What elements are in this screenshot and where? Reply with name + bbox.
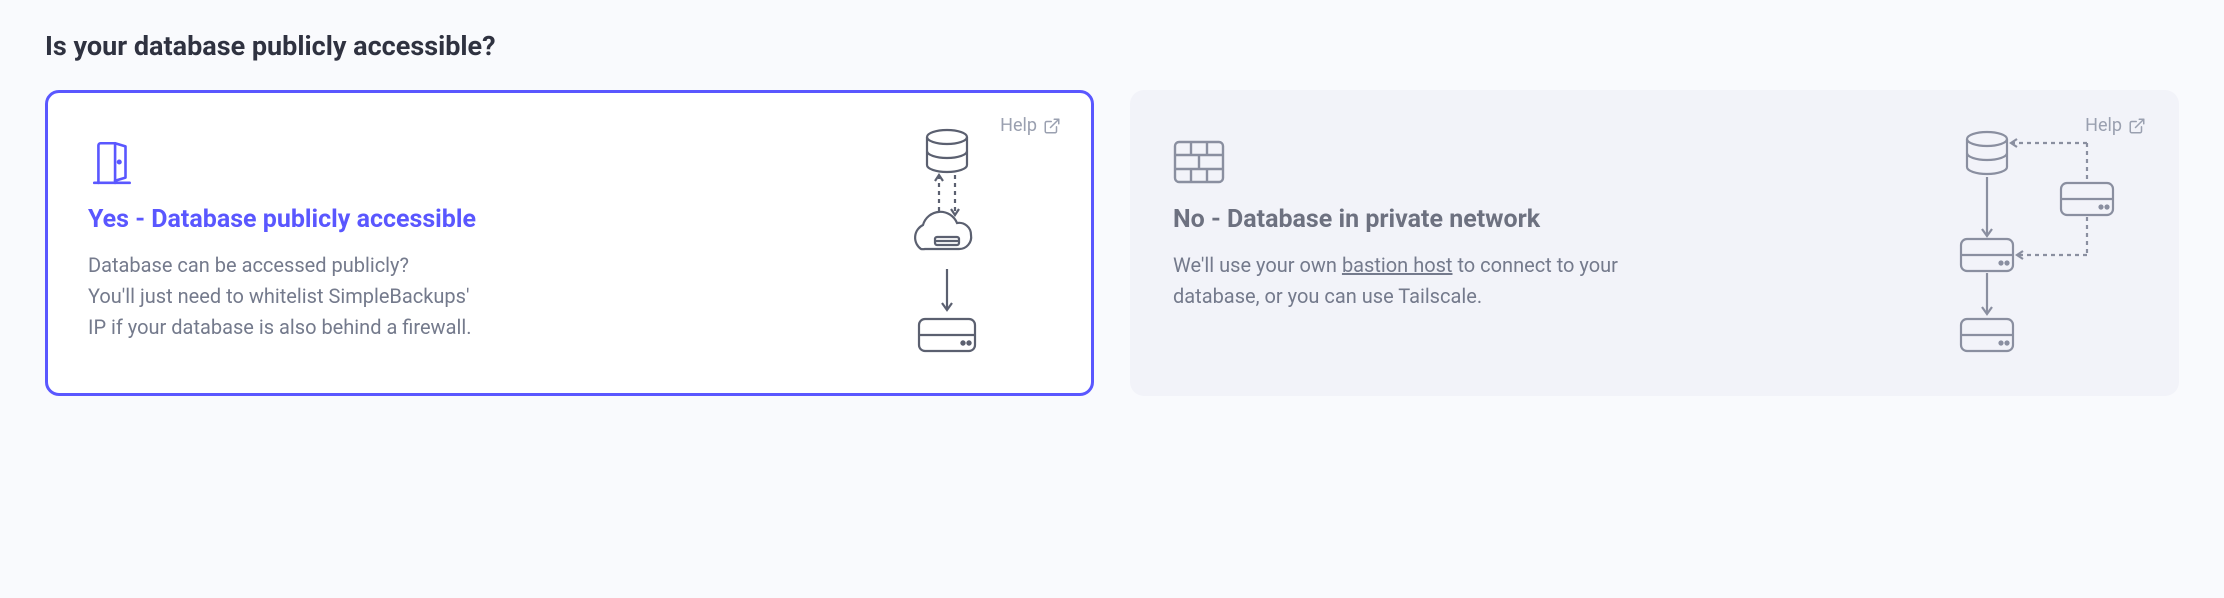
option-desc-private: We'll use your own bastion host to conne… [1173, 250, 1633, 312]
option-desc-public: Database can be accessed publicly? You'l… [88, 250, 548, 343]
section-heading: Is your database publicly accessible? [45, 30, 2179, 62]
option-title-public: Yes - Database publicly accessible [88, 205, 837, 234]
option-card-public[interactable]: Help Yes - Database publicly accessible … [45, 90, 1094, 396]
door-open-icon [88, 137, 837, 187]
option-card-private[interactable]: Help No - Database in [1130, 90, 2179, 396]
firewall-icon [1173, 137, 1922, 187]
bastion-host-link[interactable]: bastion host [1342, 253, 1453, 277]
option-cards-row: Help Yes - Database publicly accessible … [45, 90, 2179, 396]
option-title-private: No - Database in private network [1173, 205, 1922, 234]
diagram-public [837, 123, 1057, 363]
diagram-private [1922, 123, 2142, 363]
